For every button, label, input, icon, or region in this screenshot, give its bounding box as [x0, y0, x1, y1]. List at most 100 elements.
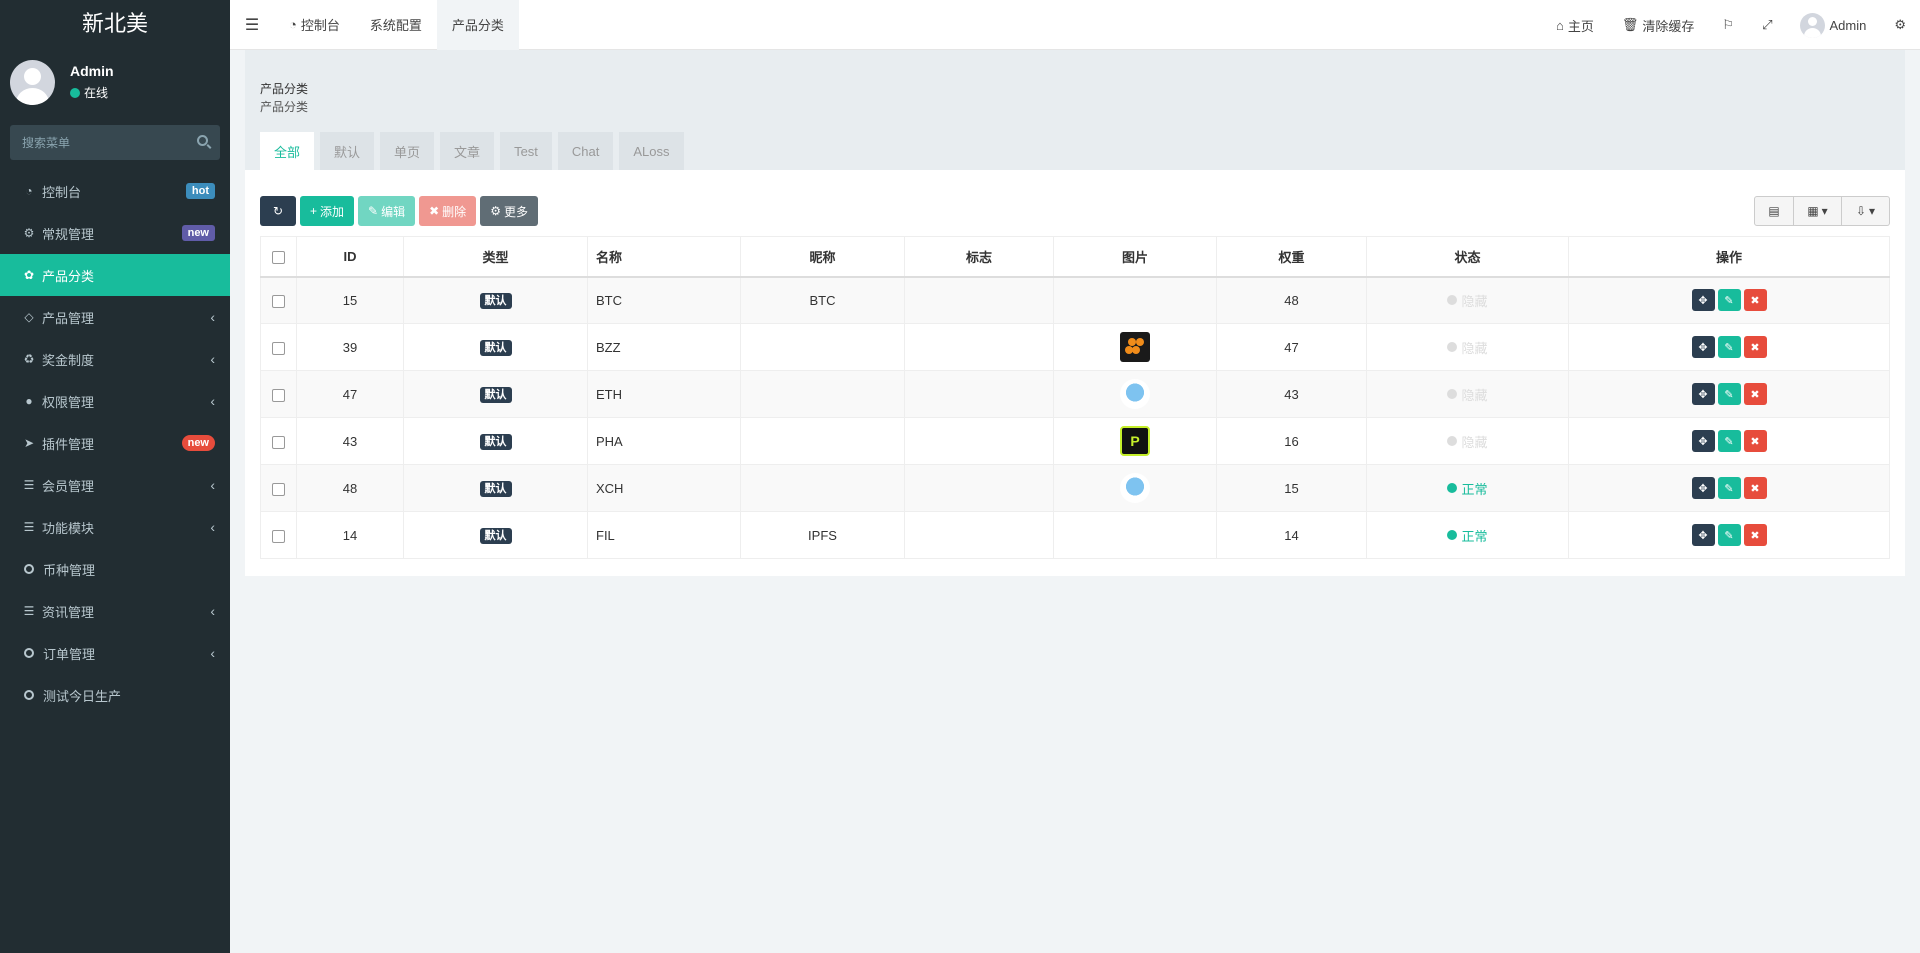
- row-delete-button[interactable]: ✖: [1743, 430, 1767, 452]
- table-row[interactable]: 15 默认 BTC BTC 48 隐藏 ✥ ✎ ✖: [260, 276, 1890, 324]
- select-all-checkbox[interactable]: [272, 250, 285, 264]
- clear-cache-button[interactable]: 🗑 清除缓存: [1608, 0, 1709, 50]
- sidebar-menu: ◔ 控制台 hot ⚙ 常规管理 new ✿ 产品分类 ◇ 产品管理 ‹ ♻ 奖…: [0, 170, 230, 716]
- tab-article[interactable]: 文章: [440, 132, 495, 170]
- coin-image[interactable]: [1120, 332, 1150, 362]
- chevron-left-icon: ‹: [210, 603, 215, 619]
- row-edit-button[interactable]: ✎: [1717, 289, 1741, 312]
- sidebar-item-plugins[interactable]: ➤ 插件管理 new: [0, 422, 230, 464]
- menu-toggle-icon[interactable]: ☰: [230, 0, 274, 50]
- row-checkbox[interactable]: [272, 435, 285, 449]
- export-icon: ⇩: [1855, 204, 1867, 218]
- fullscreen-button[interactable]: ⤢: [1748, 0, 1786, 50]
- columns-button[interactable]: ▦ ▾: [1794, 196, 1842, 226]
- sidebar-item-bonus[interactable]: ♻ 奖金制度 ‹: [0, 338, 230, 380]
- row-delete-button[interactable]: ✖: [1743, 477, 1767, 499]
- row-delete-button[interactable]: ✖: [1743, 336, 1767, 358]
- sidebar-item-product-category[interactable]: ✿ 产品分类: [0, 254, 230, 296]
- row-checkbox[interactable]: [272, 341, 285, 355]
- tab-product-category[interactable]: 产品分类: [436, 0, 519, 50]
- tab-page[interactable]: 单页: [380, 132, 435, 170]
- col-flag[interactable]: 标志: [904, 236, 1054, 278]
- table-row[interactable]: 47 默认 ETH 43 隐藏 ✥ ✎ ✖: [260, 370, 1890, 418]
- col-nickname[interactable]: 昵称: [740, 236, 905, 278]
- row-edit-button[interactable]: ✎: [1717, 430, 1741, 452]
- more-button[interactable]: ⚙ 更多: [480, 196, 538, 226]
- row-edit-button[interactable]: ✎: [1717, 383, 1741, 405]
- row-edit-button[interactable]: ✎: [1717, 477, 1741, 499]
- row-checkbox[interactable]: [272, 294, 285, 308]
- cell-operations: ✥ ✎ ✖: [1568, 417, 1890, 465]
- search-icon[interactable]: [197, 135, 208, 146]
- tab-all[interactable]: 全部: [260, 132, 315, 170]
- row-delete-button[interactable]: ✖: [1743, 383, 1767, 405]
- drag-sort-button[interactable]: ✥: [1691, 477, 1715, 499]
- col-type[interactable]: 类型: [403, 236, 588, 278]
- sidebar-item-currency[interactable]: 币种管理: [0, 548, 230, 590]
- row-delete-button[interactable]: ✖: [1743, 524, 1767, 546]
- col-status[interactable]: 状态: [1366, 236, 1569, 278]
- tab-chat[interactable]: Chat: [557, 132, 614, 170]
- row-checkbox[interactable]: [272, 529, 285, 543]
- home-link[interactable]: ⌂ 主页: [1542, 0, 1608, 50]
- row-edit-button[interactable]: ✎: [1717, 336, 1741, 358]
- table-row[interactable]: 39 默认 BZZ 47 隐藏 ✥ ✎ ✖: [260, 323, 1890, 371]
- cell-nickname: [740, 417, 905, 465]
- table-row[interactable]: 14 默认 FIL IPFS 14 正常 ✥ ✎ ✖: [260, 511, 1890, 559]
- drag-sort-button[interactable]: ✥: [1691, 430, 1715, 452]
- status-toggle[interactable]: 正常: [1447, 526, 1488, 545]
- add-button[interactable]: + 添加: [300, 196, 355, 226]
- table-row[interactable]: 48 默认 XCH 15 正常 ✥ ✎ ✖: [260, 464, 1890, 512]
- sidebar-item-auth[interactable]: ● 权限管理 ‹: [0, 380, 230, 422]
- tab-aloss[interactable]: ALoss: [619, 132, 684, 170]
- col-weight[interactable]: 权重: [1216, 236, 1367, 278]
- delete-label: 删除: [442, 204, 467, 219]
- coin-image[interactable]: [1120, 426, 1150, 456]
- drag-sort-button[interactable]: ✥: [1691, 289, 1715, 312]
- sidebar-item-modules[interactable]: ☰ 功能模块 ‹: [0, 506, 230, 548]
- drag-sort-button[interactable]: ✥: [1691, 383, 1715, 405]
- hot-badge: hot: [185, 183, 215, 199]
- row-checkbox[interactable]: [272, 388, 285, 402]
- status-toggle[interactable]: 隐藏: [1447, 432, 1488, 451]
- status-toggle[interactable]: 隐藏: [1447, 385, 1488, 404]
- status-toggle[interactable]: 隐藏: [1447, 291, 1488, 310]
- sidebar-item-news[interactable]: ☰ 资讯管理 ‹: [0, 590, 230, 632]
- menu-search-input[interactable]: [10, 125, 220, 160]
- coin-image[interactable]: [1120, 379, 1150, 409]
- tab-test[interactable]: Test: [500, 132, 552, 170]
- table-view-button[interactable]: ▤: [1754, 196, 1794, 226]
- brand-logo[interactable]: 新北美: [0, 0, 230, 50]
- sidebar-item-dashboard[interactable]: ◔ 控制台 hot: [0, 170, 230, 212]
- col-image[interactable]: 图片: [1053, 236, 1217, 278]
- col-name[interactable]: 名称: [587, 236, 741, 278]
- sidebar-item-members[interactable]: ☰ 会员管理 ‹: [0, 464, 230, 506]
- cell-flag: [904, 464, 1054, 512]
- sidebar-item-test-production[interactable]: 测试今日生产: [0, 674, 230, 716]
- row-delete-button[interactable]: ✖: [1743, 289, 1767, 312]
- row-checkbox[interactable]: [272, 482, 285, 496]
- refresh-button[interactable]: ↻: [260, 196, 296, 226]
- status-toggle[interactable]: 正常: [1447, 479, 1488, 498]
- clear-cache-label: 清除缓存: [1642, 18, 1695, 34]
- tab-dashboard[interactable]: ◔ 控制台: [274, 0, 355, 50]
- tab-default[interactable]: 默认: [320, 132, 375, 170]
- coin-image[interactable]: [1120, 473, 1150, 503]
- table-row[interactable]: 43 默认 PHA 16 隐藏 ✥✎✖: [260, 417, 1890, 465]
- settings-button[interactable]: ⚙: [1880, 0, 1920, 50]
- col-id[interactable]: ID: [296, 236, 404, 278]
- tab-system-config[interactable]: 系统配置: [355, 0, 437, 50]
- drag-sort-button[interactable]: ✥: [1691, 524, 1715, 546]
- language-button[interactable]: ⚐: [1708, 0, 1748, 50]
- avatar: [10, 60, 55, 105]
- sidebar-item-orders[interactable]: 订单管理 ‹: [0, 632, 230, 674]
- export-button[interactable]: ⇩ ▾: [1842, 196, 1890, 226]
- row-edit-button[interactable]: ✎: [1717, 524, 1741, 546]
- sidebar-item-general[interactable]: ⚙ 常规管理 new: [0, 212, 230, 254]
- user-menu[interactable]: Admin: [1786, 0, 1880, 50]
- sidebar-item-product-management[interactable]: ◇ 产品管理 ‹: [0, 296, 230, 338]
- status-toggle[interactable]: 隐藏: [1447, 338, 1488, 357]
- drag-sort-button[interactable]: ✥: [1691, 336, 1715, 358]
- edit-button[interactable]: ✎ 编辑: [358, 196, 416, 226]
- delete-button[interactable]: ✖ 删除: [419, 196, 477, 226]
